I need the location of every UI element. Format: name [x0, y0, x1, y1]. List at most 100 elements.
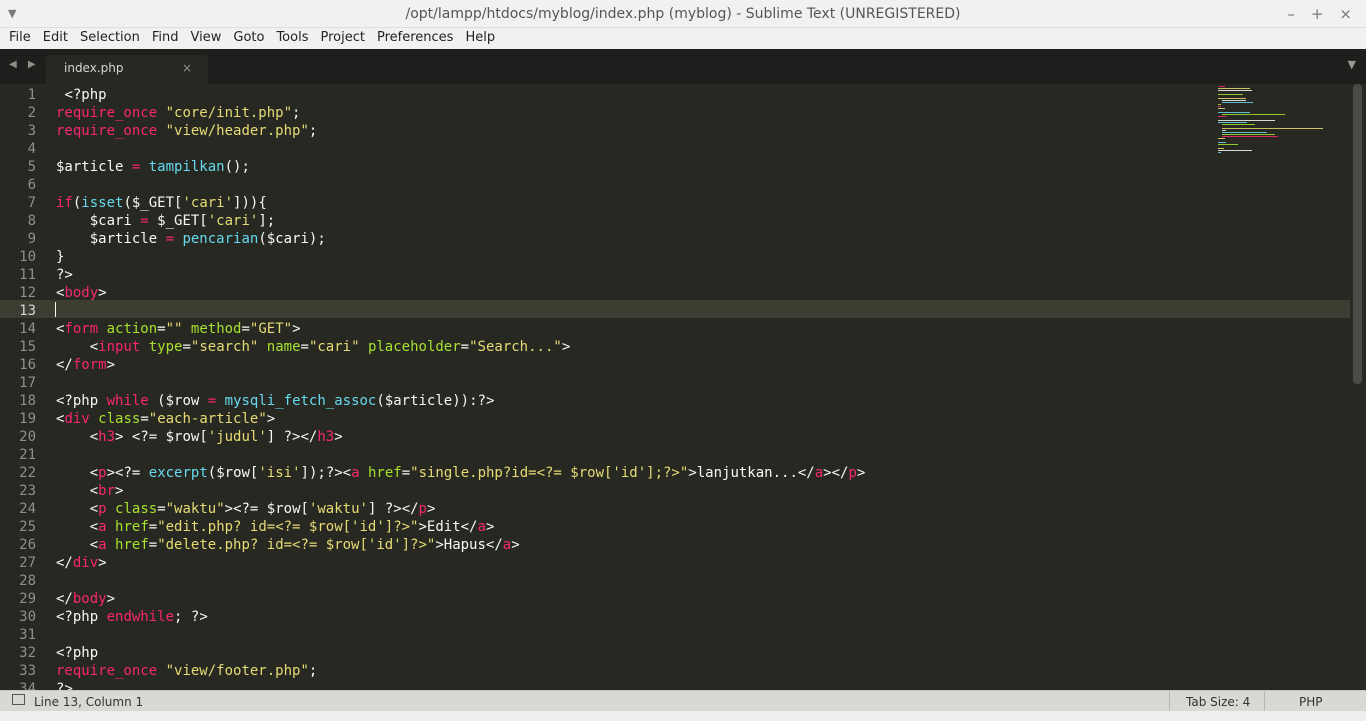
minimap-line — [1218, 94, 1244, 95]
code-line[interactable]: <p class="waktu"><?= $row['waktu'] ?></p… — [56, 500, 436, 518]
minimap-line — [1218, 98, 1246, 99]
minimize-icon[interactable]: – — [1287, 5, 1295, 23]
menu-selection[interactable]: Selection — [74, 28, 146, 49]
code-line[interactable]: <div class="each-article"> — [56, 410, 275, 428]
line-number: 2 — [27, 105, 36, 121]
line-number: 23 — [19, 483, 36, 499]
minimap-line — [1222, 130, 1227, 131]
panel-toggle-icon[interactable] — [12, 694, 25, 705]
tab-nav-arrows-icon[interactable]: ◀ ▶ — [9, 59, 40, 70]
minimap-line — [1218, 152, 1221, 153]
line-number: 16 — [19, 357, 36, 373]
code-line[interactable]: $article = pencarian($cari); — [56, 230, 326, 248]
menu-edit[interactable]: Edit — [37, 28, 74, 49]
minimap-line — [1222, 132, 1268, 133]
tab-menu-icon[interactable]: ▼ — [1348, 58, 1356, 71]
code-line[interactable]: ?> — [56, 680, 73, 690]
code-line[interactable]: <?php — [56, 86, 106, 104]
minimap-line — [1222, 134, 1275, 135]
code-line[interactable]: <a href="delete.php? id=<?= $row['id']?>… — [56, 536, 520, 554]
code-line[interactable]: <?php endwhile; ?> — [56, 608, 208, 626]
code-line[interactable]: <form action="" method="GET"> — [56, 320, 301, 338]
code-line[interactable]: ?> — [56, 266, 73, 284]
scrollbar-thumb[interactable] — [1353, 84, 1362, 384]
minimap-line — [1218, 142, 1226, 143]
line-number: 26 — [19, 537, 36, 553]
code-line[interactable]: <input type="search" name="cari" placeho… — [56, 338, 571, 356]
status-divider — [1169, 691, 1170, 712]
code-line[interactable]: <?php while ($row = mysqli_fetch_assoc($… — [56, 392, 494, 410]
line-number: 34 — [19, 681, 36, 690]
line-number: 10 — [19, 249, 36, 265]
menu-file[interactable]: File — [0, 28, 37, 49]
code-line[interactable]: <br> — [56, 482, 124, 500]
tab-index-php[interactable]: index.php × — [46, 55, 208, 84]
tab-close-icon[interactable]: × — [182, 61, 192, 75]
line-number: 1 — [27, 87, 36, 103]
code-line[interactable]: } — [56, 248, 64, 266]
line-number: 3 — [27, 123, 36, 139]
line-number: 33 — [19, 663, 36, 679]
line-number: 18 — [19, 393, 36, 409]
code-line[interactable]: <a href="edit.php? id=<?= $row['id']?>">… — [56, 518, 495, 536]
tab-size-selector[interactable]: Tab Size: 4 — [1186, 695, 1250, 709]
code-line[interactable]: require_once "view/header.php"; — [56, 122, 317, 140]
line-number: 4 — [27, 141, 36, 157]
line-number: 8 — [27, 213, 36, 229]
cursor-position: Line 13, Column 1 — [34, 695, 144, 709]
code-line[interactable]: <?php — [56, 644, 98, 662]
line-number: 22 — [19, 465, 36, 481]
menu-tools[interactable]: Tools — [270, 28, 314, 49]
close-icon[interactable]: × — [1339, 5, 1352, 23]
line-number: 11 — [19, 267, 36, 283]
minimap-line — [1222, 114, 1285, 115]
window-bottom-edge — [0, 711, 1366, 721]
minimap[interactable] — [1210, 84, 1340, 164]
tab-bar: ◀ ▶ index.php × ▼ — [0, 49, 1366, 84]
line-number: 29 — [19, 591, 36, 607]
menu-view[interactable]: View — [185, 28, 228, 49]
minimap-line — [1222, 124, 1255, 125]
code-line[interactable]: </body> — [56, 590, 115, 608]
line-number: 7 — [27, 195, 36, 211]
line-number: 19 — [19, 411, 36, 427]
minimap-line — [1218, 150, 1253, 151]
status-divider — [1264, 691, 1265, 712]
code-line[interactable]: require_once "view/footer.php"; — [56, 662, 317, 680]
syntax-selector[interactable]: PHP — [1299, 695, 1323, 709]
line-number: 30 — [19, 609, 36, 625]
code-line[interactable]: </form> — [56, 356, 115, 374]
line-number: 25 — [19, 519, 36, 535]
status-bar: Line 13, Column 1 Tab Size: 4 PHP — [0, 690, 1366, 712]
line-number: 17 — [19, 375, 36, 391]
code-line[interactable]: $cari = $_GET['cari']; — [56, 212, 275, 230]
menu-project[interactable]: Project — [314, 28, 370, 49]
menu-preferences[interactable]: Preferences — [371, 28, 459, 49]
minimap-line — [1218, 144, 1238, 145]
current-line-highlight — [0, 300, 1350, 318]
minimap-line — [1218, 106, 1221, 107]
menu-goto[interactable]: Goto — [227, 28, 270, 49]
code-line[interactable]: require_once "core/init.php"; — [56, 104, 300, 122]
minimap-line — [1218, 138, 1225, 139]
code-line[interactable]: <p><?= excerpt($row['isi']);?><a href="s… — [56, 464, 866, 482]
line-number: 27 — [19, 555, 36, 571]
minimap-line — [1218, 88, 1250, 89]
line-number: 28 — [19, 573, 36, 589]
menu-find[interactable]: Find — [146, 28, 185, 49]
minimap-line — [1218, 120, 1276, 121]
code-editor[interactable]: 1 2 3 4 5 6 7 8 9 10 11 12 13 14 15 16 17 18 19 20 21 22 23 24 2… — [0, 84, 1366, 690]
menu-help[interactable]: Help — [459, 28, 501, 49]
code-line[interactable]: if(isset($_GET['cari'])){ — [56, 194, 267, 212]
vertical-scrollbar[interactable] — [1353, 84, 1362, 690]
line-number: 12 — [19, 285, 36, 301]
line-number-gutter: 1 2 3 4 5 6 7 8 9 10 11 12 13 14 15 16 17 18 19 20 21 22 23 24 2… — [0, 84, 50, 690]
minimap-line — [1218, 90, 1253, 91]
maximize-icon[interactable]: + — [1311, 5, 1324, 23]
code-line[interactable]: <body> — [56, 284, 107, 302]
window-title: /opt/lampp/htdocs/myblog/index.php (mybl… — [405, 6, 961, 22]
code-line[interactable]: $article = tampilkan(); — [56, 158, 250, 176]
code-line[interactable]: <h3> <?= $row['judul'] ?></h3> — [56, 428, 343, 446]
minimap-line — [1218, 148, 1224, 149]
code-line[interactable]: </div> — [56, 554, 107, 572]
